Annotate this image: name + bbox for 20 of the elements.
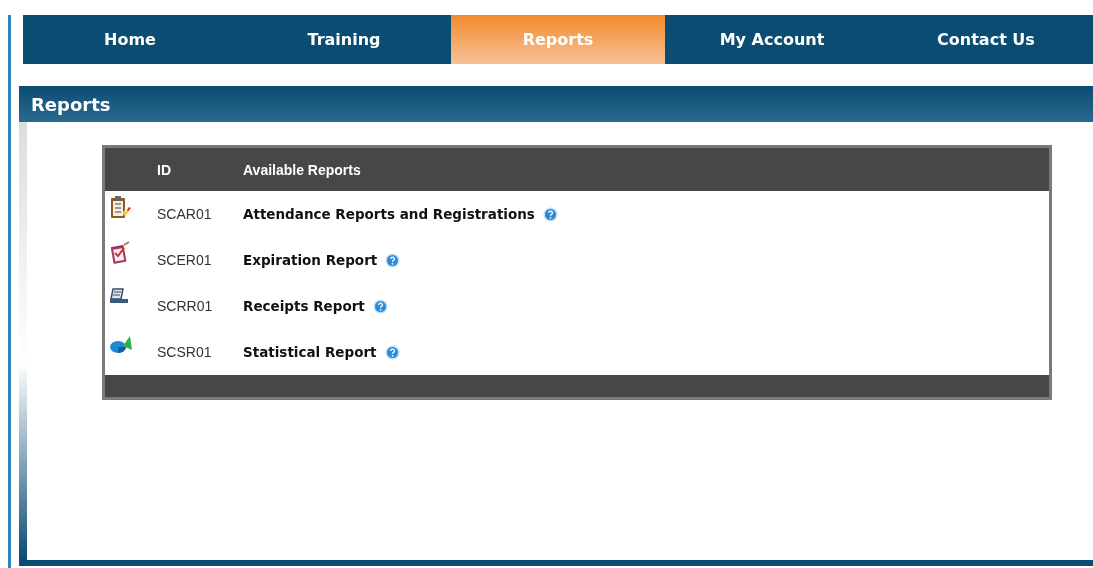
nav-tab[interactable]: Contact Us <box>879 15 1093 64</box>
nav-tab[interactable]: Home <box>23 15 237 64</box>
report-id: SCER01 <box>157 252 212 268</box>
report-id: SCSR01 <box>157 344 212 360</box>
report-link[interactable]: Statistical Report <box>243 343 377 360</box>
report-link[interactable]: Receipts Report <box>243 297 365 314</box>
report-link[interactable]: Attendance Reports and Registrations <box>243 205 535 222</box>
help-icon[interactable] <box>372 299 388 315</box>
help-icon[interactable] <box>384 345 400 361</box>
help-icon[interactable] <box>542 207 558 223</box>
report-id: SCRR01 <box>157 298 213 314</box>
nav-tab[interactable]: Training <box>237 15 451 64</box>
help-icon[interactable] <box>385 253 401 269</box>
nav-tab[interactable]: My Account <box>665 15 879 64</box>
receipt-printer-icon <box>109 287 129 305</box>
column-header: ID <box>157 161 171 178</box>
report-link[interactable]: Expiration Report <box>243 251 378 268</box>
report-id: SCAR01 <box>157 206 212 222</box>
panel-title: Reports <box>31 93 111 115</box>
column-header: Available Reports <box>243 161 361 178</box>
